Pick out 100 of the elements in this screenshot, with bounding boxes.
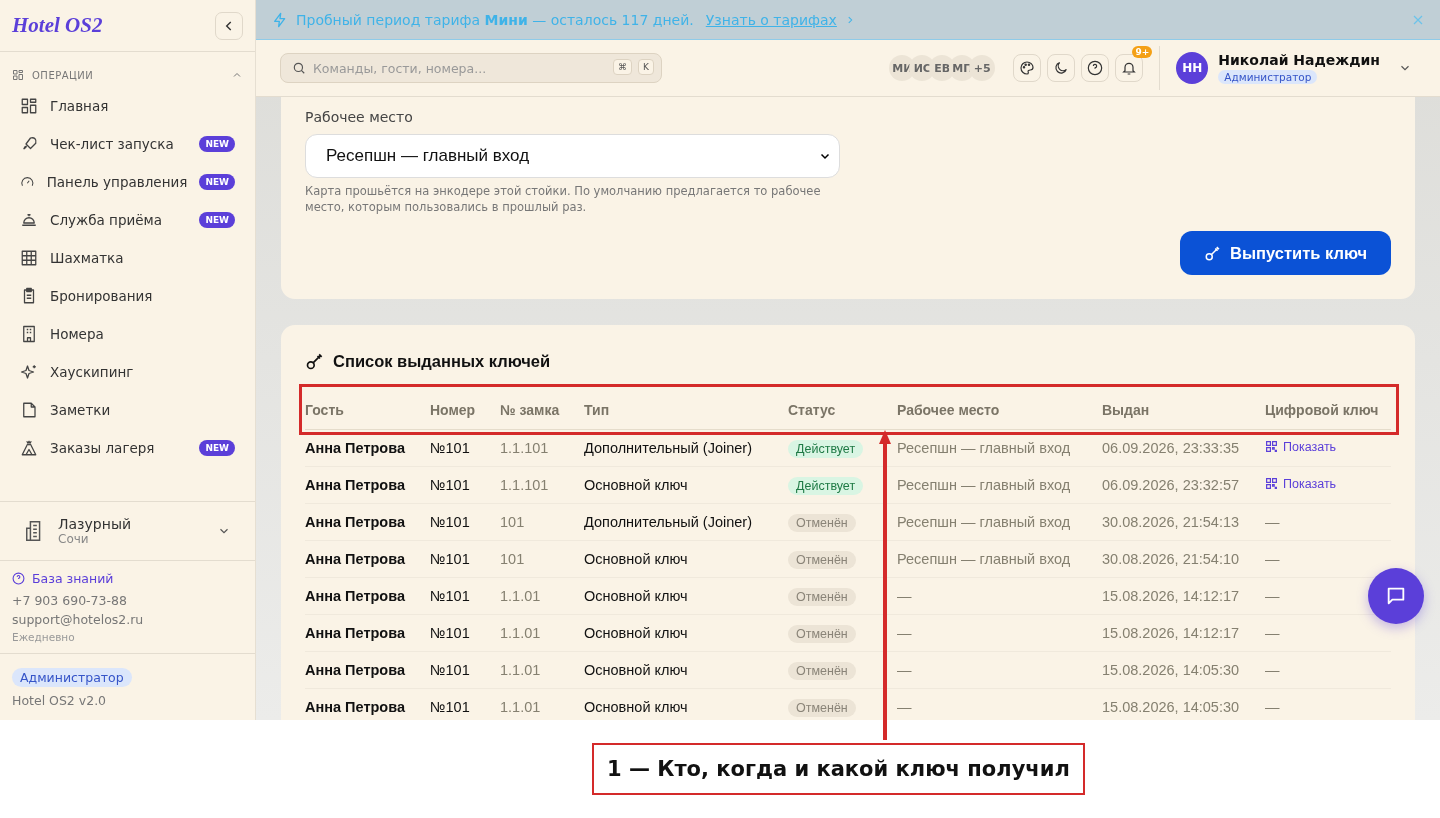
table-cell-text: 15.08.2026, 14:05:30 — [1102, 662, 1241, 678]
table-cell-text: Анна Петрова — [305, 440, 406, 456]
table-cell-text: Ресепшн — главный вход — [897, 514, 1072, 530]
table-cell-text: №101 — [430, 699, 471, 715]
table-cell-text: Анна Петрова — [305, 699, 406, 715]
column-header: Тип — [584, 402, 611, 418]
table-cell-text: Дополнительный (Joiner) — [584, 514, 753, 530]
sidebar-item[interactable]: Чек-лист запуска NEW — [0, 125, 255, 163]
column-header: Номер — [430, 402, 477, 418]
help-icon — [1087, 60, 1104, 76]
status-badge: Отменён — [788, 514, 856, 532]
qr-code-icon — [1265, 477, 1278, 491]
column-header: № замка — [500, 402, 561, 418]
user-avatar[interactable]: +5 — [969, 55, 996, 81]
table-cell: — — [1265, 551, 1280, 567]
knowledge-base-link[interactable]: База знаний — [12, 571, 243, 586]
app-version: Hotel OS2 v2.0 — [12, 693, 107, 708]
status-badge: Отменён — [788, 551, 856, 569]
notification-count: 9+ — [1132, 46, 1153, 58]
column-header: Выдан — [1102, 402, 1151, 418]
table-cell-text: 101 — [500, 551, 526, 567]
phone-number: +7 903 690-73-88 — [12, 593, 128, 608]
table-cell-text: №101 — [430, 662, 471, 678]
table-cell-text: 30.08.2026, 21:54:10 — [1102, 551, 1241, 567]
sidebar-item[interactable]: Заметки — [0, 391, 255, 429]
shortcut-key: ⌘ — [613, 59, 633, 75]
table-cell-text: 1.1.01 — [500, 662, 542, 678]
sidebar-item[interactable]: Заказы лагеря NEW — [0, 429, 255, 467]
table-cell: — — [1265, 514, 1280, 530]
logo[interactable]: Hotel OS2 — [12, 13, 103, 38]
table-cell-text: 06.09.2026, 23:32:57 — [1102, 477, 1241, 493]
trial-message: Пробный период тарифа Мини — осталось 117 дней. — [296, 11, 694, 28]
table-cell-text: Анна Петрова — [305, 625, 406, 641]
sidebar-item[interactable]: Бронирования — [0, 277, 255, 315]
table-cell-text: Основной ключ — [584, 625, 689, 641]
field-label: Рабочее место — [305, 109, 413, 125]
key-icon — [305, 351, 325, 371]
bell-icon — [20, 211, 38, 229]
table-cell: — — [1265, 699, 1280, 715]
table-cell-text: Основной ключ — [584, 588, 689, 604]
dark-mode-button[interactable] — [1047, 54, 1076, 82]
new-badge: NEW — [199, 212, 235, 228]
table-cell-text: Основной ключ — [584, 551, 689, 567]
section-header[interactable]: ОПЕРАЦИИ — [0, 52, 255, 87]
table-cell-text: Дополнительный (Joiner) — [584, 440, 753, 456]
sidebar-item[interactable]: Шахматка — [0, 239, 255, 277]
table-cell-text: — — [897, 625, 913, 641]
help-button[interactable] — [1081, 54, 1110, 82]
table-cell-text: Анна Петрова — [305, 551, 406, 567]
table-cell-text: — — [897, 662, 913, 678]
new-badge: NEW — [199, 174, 235, 190]
sidebar-item[interactable]: Панель управления NEW — [0, 163, 255, 201]
table-cell-text: 06.09.2026, 23:33:35 — [1102, 440, 1241, 456]
lightning-icon — [272, 11, 288, 28]
table-cell-text: Анна Петрова — [305, 662, 406, 678]
workplace-select[interactable]: Ресепшн — главный вход — [305, 134, 840, 178]
palette-icon — [1019, 60, 1036, 76]
bell-icon — [1121, 60, 1138, 76]
search-icon — [292, 61, 306, 75]
table-cell-text: Основной ключ — [584, 477, 689, 493]
note-icon — [20, 401, 38, 419]
chat-icon — [1385, 585, 1407, 607]
column-header: Цифровой ключ — [1265, 402, 1380, 418]
issue-key-button[interactable]: Выпустить ключ — [1180, 231, 1391, 275]
table-cell-text: 101 — [500, 514, 526, 530]
column-header: Статус — [788, 402, 837, 418]
sidebar-item[interactable]: Хаускипинг — [0, 353, 255, 391]
support-email: support@hotelos2.ru — [12, 612, 145, 627]
table-cell-text: №101 — [430, 625, 471, 641]
new-badge: NEW — [199, 136, 235, 152]
table-cell-text: 1.1.101 — [500, 477, 550, 493]
palette-button[interactable] — [1013, 54, 1042, 82]
table-cell-text: №101 — [430, 514, 471, 530]
annotation-caption: 1 — Кто, когда и какой ключ получил — [592, 743, 1085, 795]
table-cell-text: №101 — [430, 551, 471, 567]
show-link[interactable]: Показать — [1265, 476, 1337, 491]
table-cell-text: №101 — [430, 477, 471, 493]
table-cell: — — [1265, 588, 1280, 604]
grid-icon — [12, 69, 24, 81]
table-cell-text: Ресепшн — главный вход — [897, 440, 1072, 456]
table-cell-text: 15.08.2026, 14:05:30 — [1102, 699, 1241, 715]
table-cell: — — [1265, 625, 1280, 641]
table-icon — [20, 249, 38, 267]
table-cell: — — [1265, 662, 1280, 678]
field-hint: Карта прошьётся на энкодере этой стойки. По умолчанию предлагается то рабочее место, которым пользовались в прошлый раз. — [305, 183, 822, 215]
column-header: Рабочее место — [897, 402, 1001, 418]
status-badge: Действует — [788, 477, 864, 495]
section-title: Список выданных ключей — [333, 351, 551, 371]
show-link[interactable]: Показать — [1265, 439, 1337, 454]
table-cell-text: №101 — [430, 588, 471, 604]
sidebar-item[interactable]: Номера — [0, 315, 255, 353]
table-cell-text: Основной ключ — [584, 699, 689, 715]
notifications-button[interactable] — [1115, 54, 1144, 82]
tent-icon — [20, 439, 38, 457]
sidebar-item[interactable]: Главная — [0, 87, 255, 125]
sidebar-item[interactable]: Служба приёма NEW — [0, 201, 255, 239]
property-selector[interactable]: Лазурный Сочи — [0, 501, 255, 561]
shortcut-key: K — [638, 59, 654, 75]
table-cell-text: Ресепшн — главный вход — [897, 477, 1072, 493]
user-avatar[interactable]: НН — [1176, 52, 1209, 84]
